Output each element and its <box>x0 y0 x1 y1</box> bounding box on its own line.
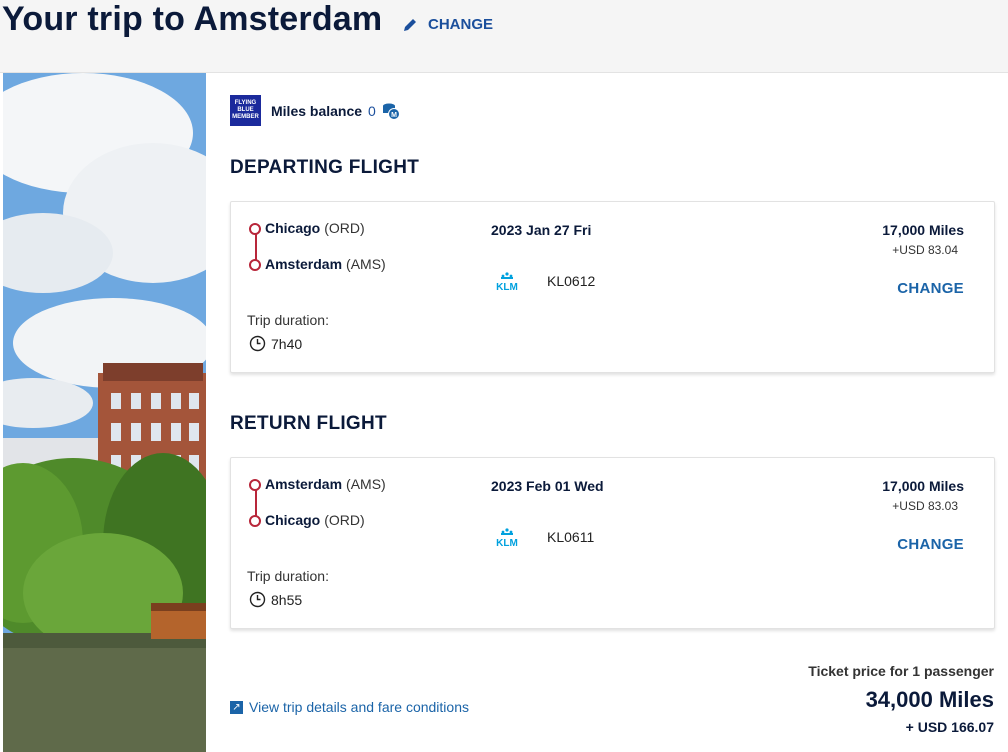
return-airline: KLM KL0611 <box>491 526 594 548</box>
trip-duration-label: Trip duration: <box>247 568 329 584</box>
departing-flight-card: Chicago (ORD) Amsterdam (AMS) Trip durat… <box>230 201 995 373</box>
destination-dot <box>249 515 261 527</box>
svg-text:KLM: KLM <box>496 538 518 548</box>
trip-details-link[interactable]: ↗ View trip details and fare conditions <box>230 699 469 715</box>
coins-icon: M <box>382 103 400 120</box>
pencil-icon <box>404 18 416 31</box>
flying-blue-logo: FLYING BLUE MEMBER <box>230 95 261 126</box>
miles-balance-label: Miles balance <box>271 102 363 119</box>
destination-dot <box>249 259 261 271</box>
change-trip-label: CHANGE <box>428 16 494 33</box>
total-miles: 34,000 Miles <box>865 687 994 712</box>
external-link-icon: ↗ <box>230 700 243 714</box>
departing-route: Chicago (ORD) Amsterdam (AMS) <box>249 220 386 292</box>
svg-text:KLM: KLM <box>496 282 518 292</box>
svg-text:M: M <box>391 112 397 119</box>
departing-price: 17,000 Miles +USD 83.04 <box>882 222 964 257</box>
clock-icon <box>249 591 266 608</box>
ticket-total: Ticket price for 1 passenger 34,000 Mile… <box>808 663 994 735</box>
miles-balance-row: FLYING BLUE MEMBER Miles balance 0 M <box>230 95 400 126</box>
departing-origin: Chicago (ORD) <box>249 220 386 256</box>
return-date: 2023 Feb 01 Wed <box>491 478 604 494</box>
miles-balance-value: 0 <box>368 102 376 119</box>
origin-dot <box>249 223 261 235</box>
return-destination: Chicago (ORD) <box>249 512 386 548</box>
ticket-price-label: Ticket price for 1 passenger <box>808 663 994 679</box>
departing-airline: KLM KL0612 <box>491 270 595 292</box>
departing-date: 2023 Jan 27 Fri <box>491 222 592 238</box>
flight-number: KL0612 <box>547 273 596 289</box>
change-return-button[interactable]: CHANGE <box>897 536 964 553</box>
departing-destination: Amsterdam (AMS) <box>249 256 386 292</box>
origin-dot <box>249 479 261 491</box>
return-route: Amsterdam (AMS) Chicago (ORD) <box>249 476 386 548</box>
amsterdam-photo <box>3 73 206 752</box>
return-price: 17,000 Miles +USD 83.03 <box>882 478 964 513</box>
change-trip-button[interactable]: CHANGE <box>402 16 493 33</box>
return-flight-card: Amsterdam (AMS) Chicago (ORD) Trip durat… <box>230 457 995 629</box>
top-bar: Your trip to Amsterdam CHANGE <box>0 0 1008 73</box>
trip-duration-label: Trip duration: <box>247 312 329 328</box>
klm-logo: KLM <box>496 528 518 548</box>
trip-summary-panel: FLYING BLUE MEMBER Miles balance 0 M DEPAR… <box>206 73 1008 752</box>
page-title: Your trip to Amsterdam <box>2 0 383 38</box>
departing-flight-title: DEPARTING FLIGHT <box>230 157 420 178</box>
total-usd: + USD 166.07 <box>905 719 994 735</box>
trip-duration: 7h40 <box>249 335 302 352</box>
klm-logo: KLM <box>496 272 518 292</box>
clock-icon <box>249 335 266 352</box>
trip-duration: 8h55 <box>249 591 302 608</box>
change-departing-button[interactable]: CHANGE <box>897 280 964 297</box>
return-origin: Amsterdam (AMS) <box>249 476 386 512</box>
flight-number: KL0611 <box>547 529 595 545</box>
return-flight-title: RETURN FLIGHT <box>230 413 387 434</box>
